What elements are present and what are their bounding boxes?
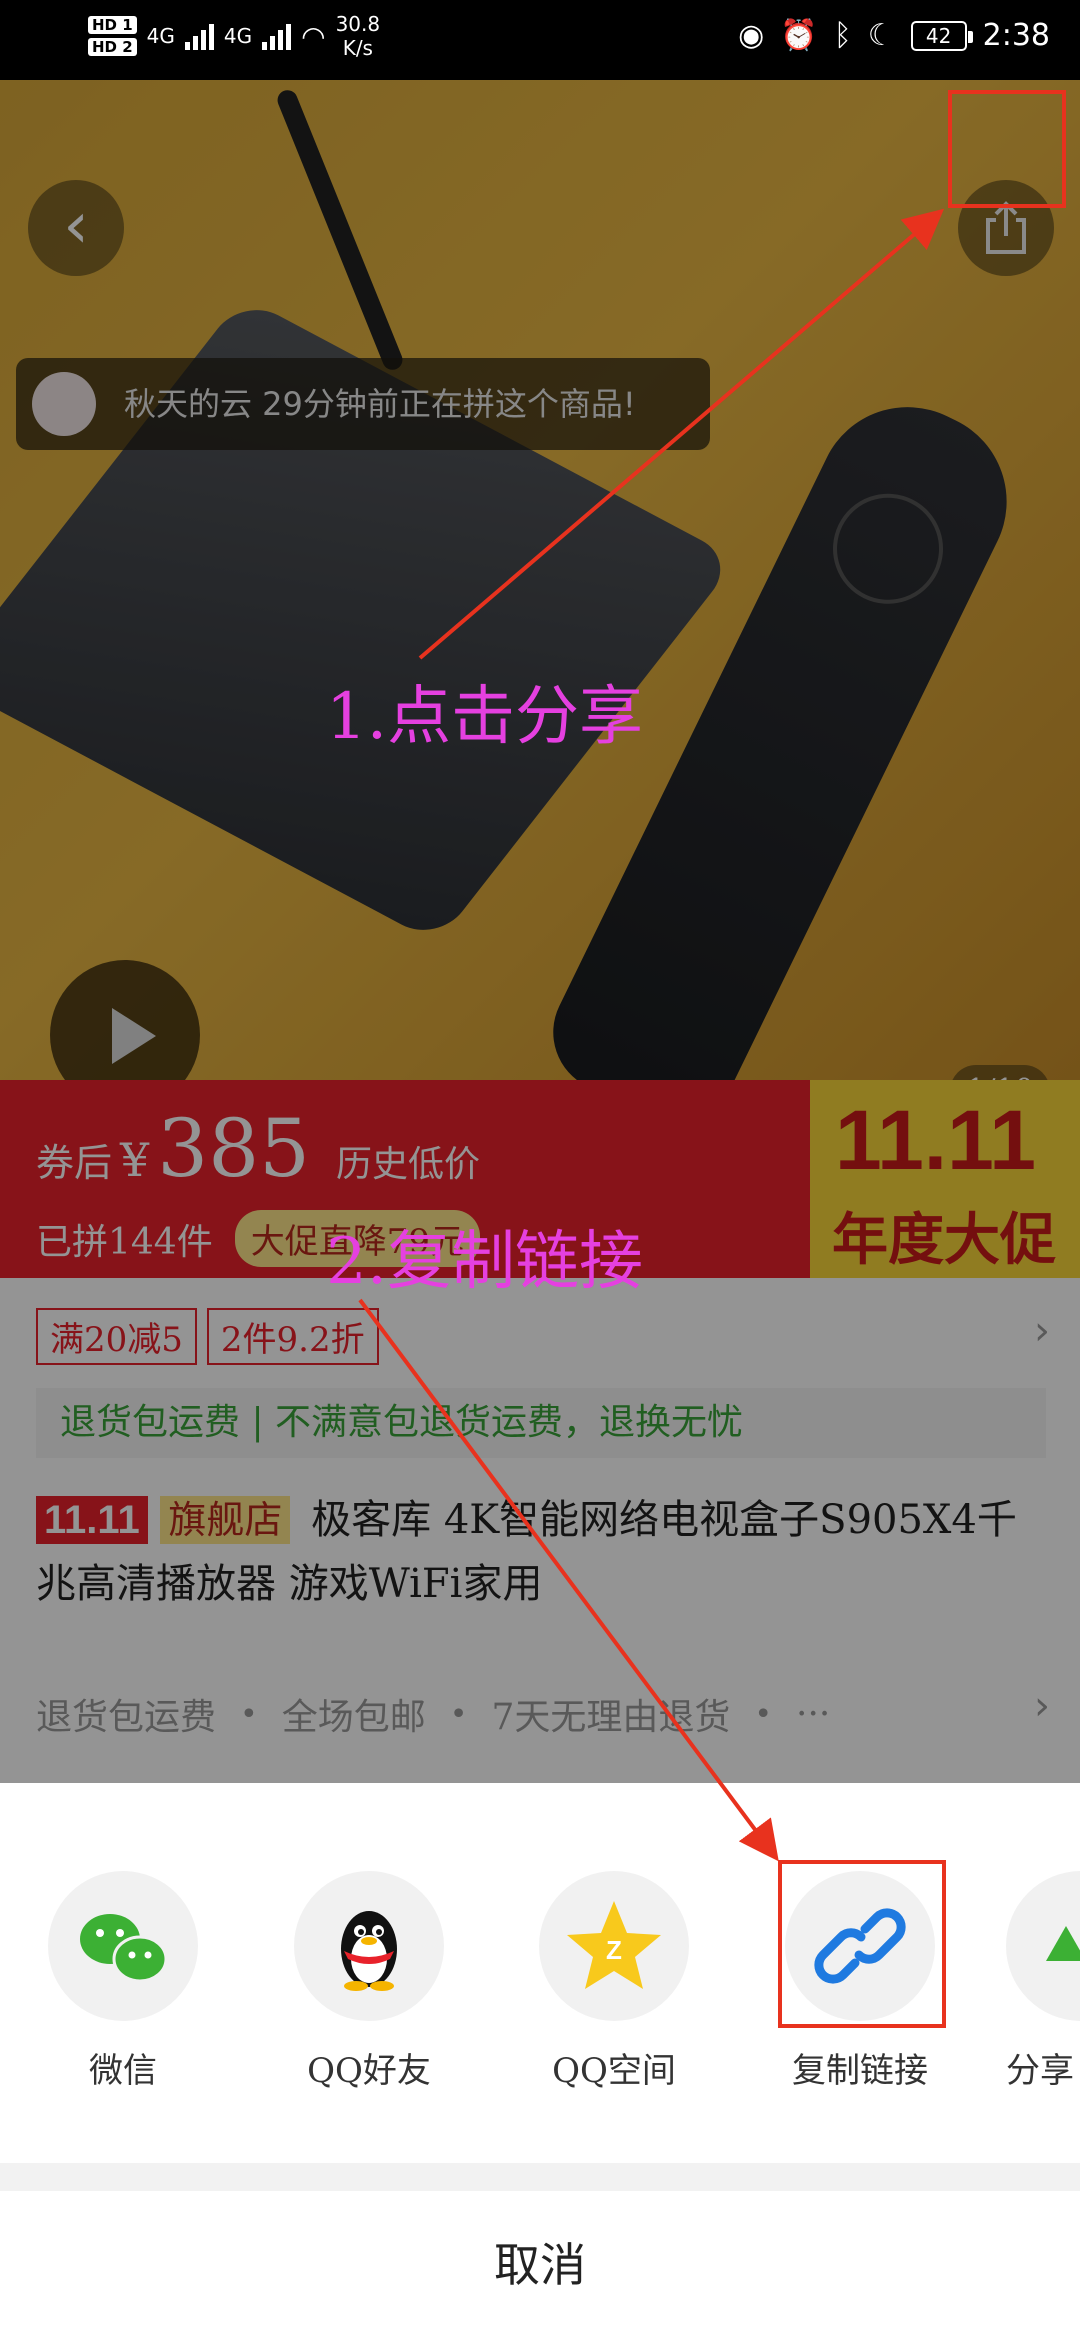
- share-highlight-box: [948, 90, 1066, 208]
- copy-link-highlight-box: [778, 1860, 946, 2028]
- annotation-step2: 2.复制链接: [326, 1225, 644, 1299]
- arrow-to-share: [418, 208, 945, 660]
- annotation-step1: 1.点击分享: [326, 680, 644, 754]
- arrow-to-copy-link: [358, 1298, 779, 1862]
